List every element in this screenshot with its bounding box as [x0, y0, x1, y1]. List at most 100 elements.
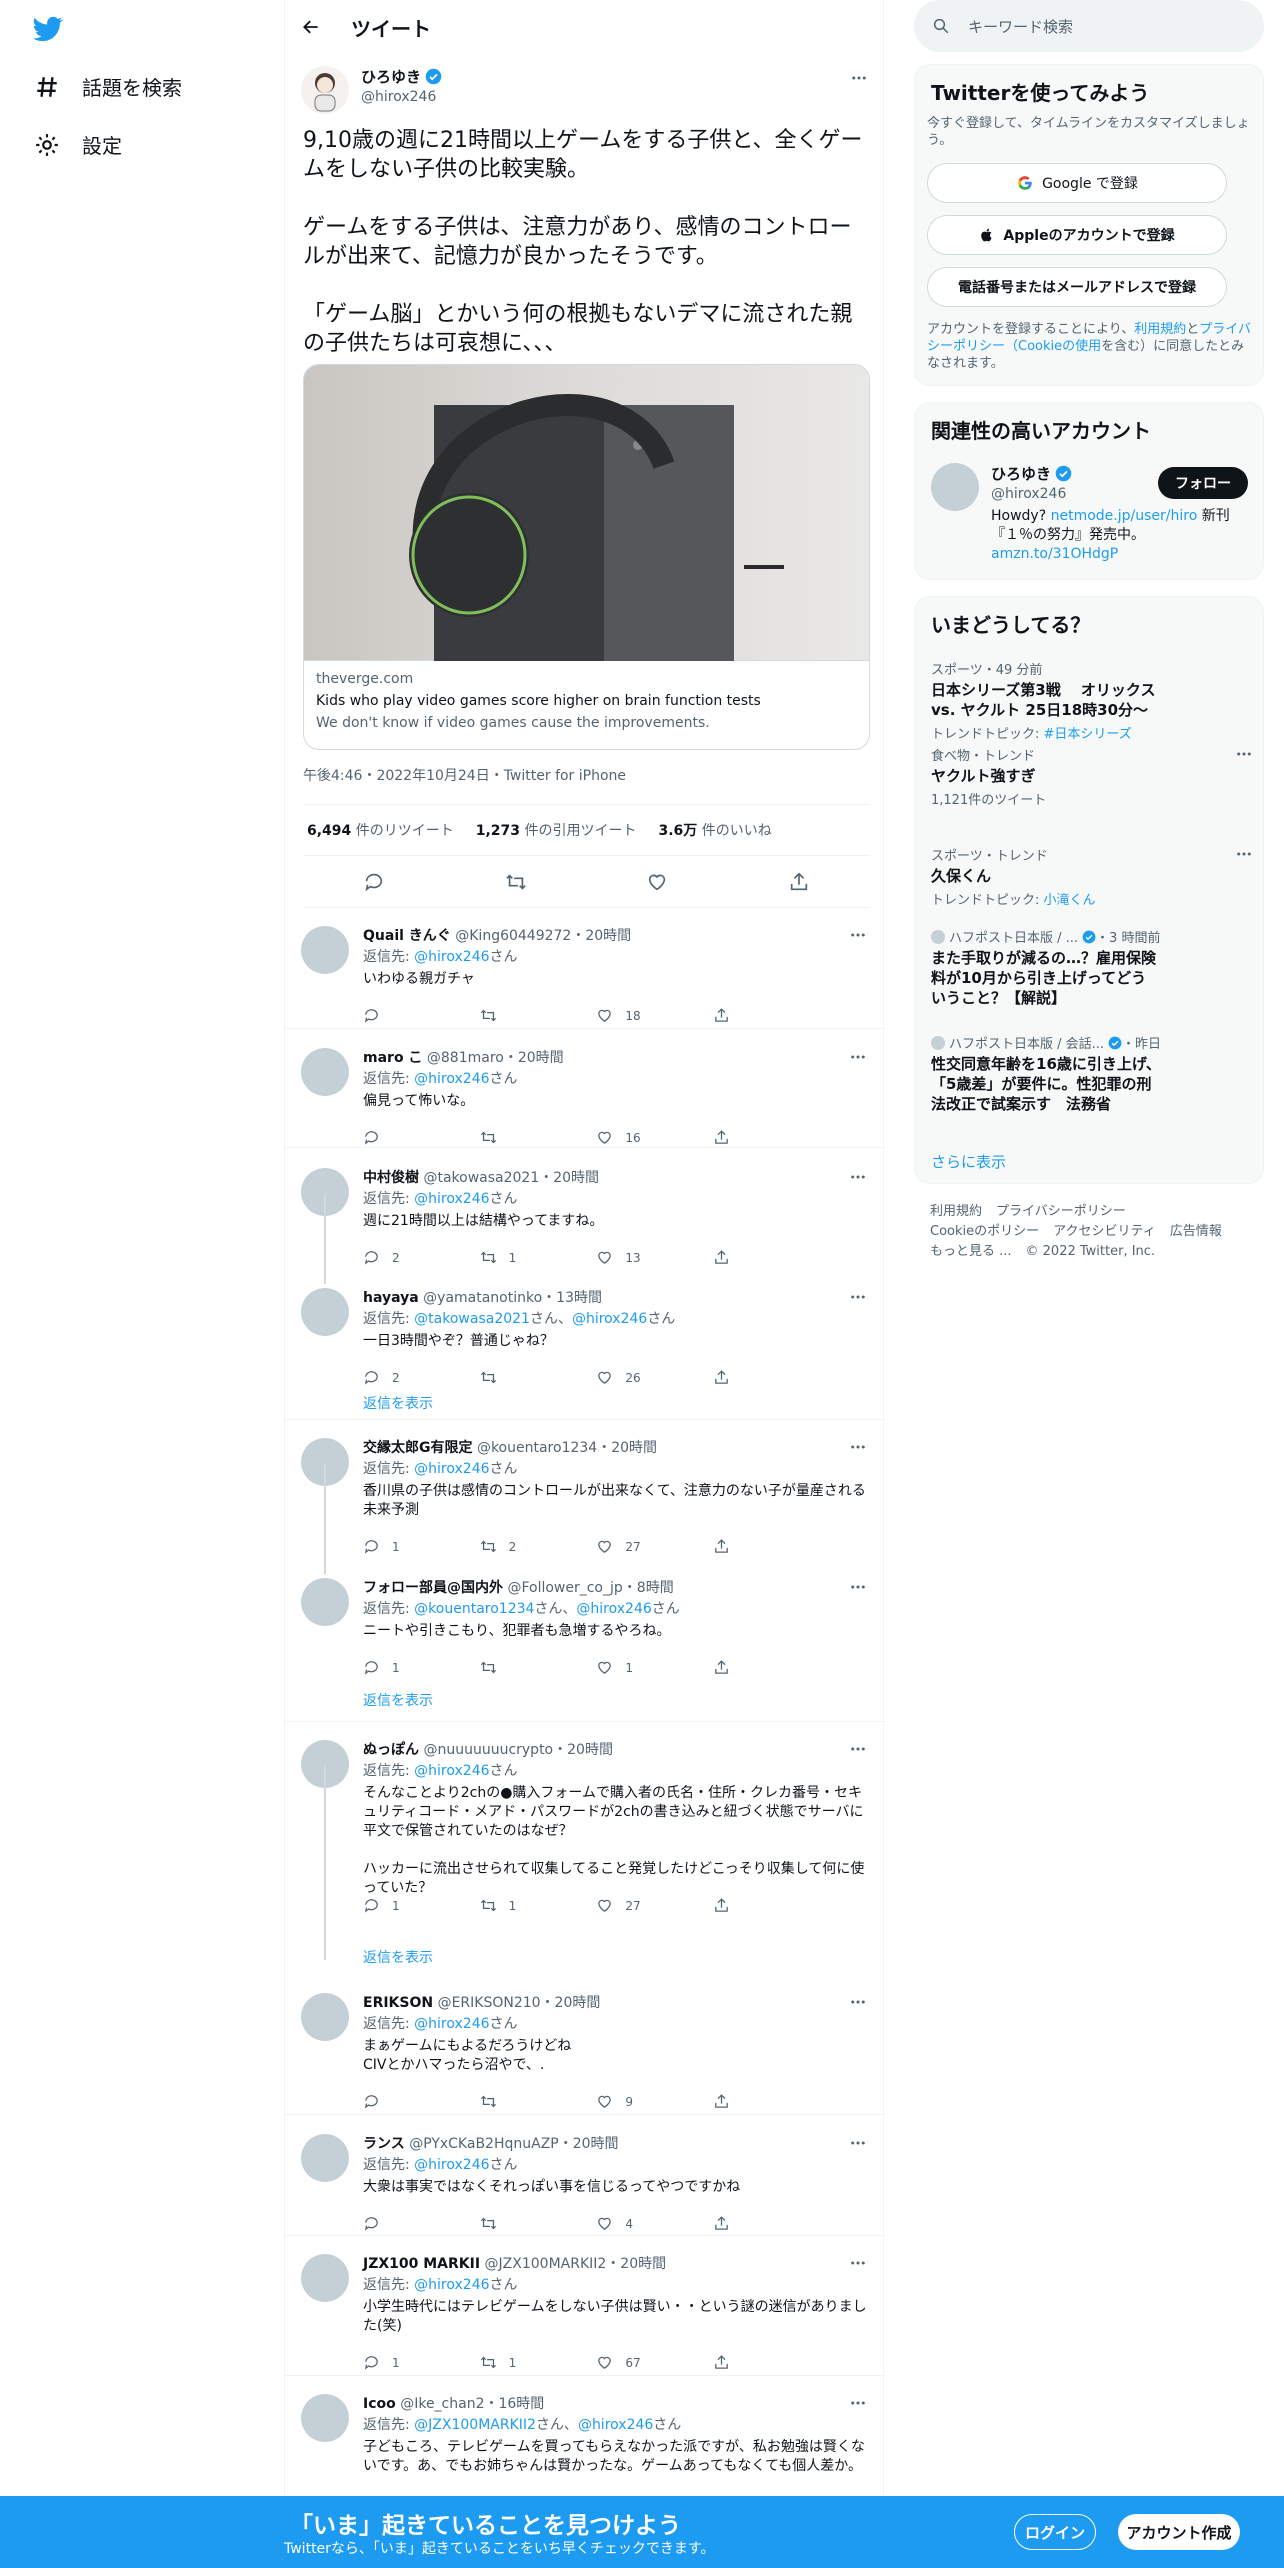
- share-icon[interactable]: [713, 2354, 730, 2371]
- reply-icon[interactable]: [363, 1369, 380, 1386]
- reply-avatar[interactable]: [301, 2254, 349, 2302]
- back-arrow-icon[interactable]: [301, 17, 321, 37]
- reply-icon[interactable]: [363, 1897, 380, 1914]
- like-icon[interactable]: [596, 1369, 613, 1386]
- share-icon[interactable]: [713, 2093, 730, 2110]
- signup-button[interactable]: アカウント作成: [1118, 2514, 1240, 2550]
- reply-item[interactable]: 中村俊樹 @takowasa2021・20時間 返信先: @hirox246さん週…: [285, 1150, 885, 1268]
- reply-time[interactable]: 20時間: [518, 1050, 564, 1066]
- like-icon[interactable]: [596, 1897, 613, 1914]
- show-replies-link[interactable]: 返信を表示: [363, 1393, 433, 1413]
- share-icon[interactable]: [713, 1538, 730, 1555]
- reply-icon[interactable]: [363, 1538, 380, 1555]
- trend-item[interactable]: ハフポスト日本版 / 会話... ・昨日 性交同意年齢を16歳に引き上げ、「5歳差」…: [931, 1033, 1251, 1114]
- more-options-icon[interactable]: [1235, 845, 1253, 863]
- like-icon[interactable]: [596, 2354, 613, 2371]
- share-icon[interactable]: [788, 871, 810, 893]
- like-icon[interactable]: [596, 1007, 613, 1024]
- reply-to-user-2[interactable]: @hirox246: [572, 1311, 647, 1327]
- reply-to-user[interactable]: @JZX100MARKII2: [414, 2417, 536, 2433]
- quote-count[interactable]: 1,273 件の引用ツイート: [476, 820, 637, 840]
- reply-time[interactable]: 20時間: [585, 928, 631, 944]
- retweet-icon[interactable]: [480, 1897, 497, 1914]
- more-options-icon[interactable]: [1235, 745, 1253, 763]
- share-icon[interactable]: [713, 1249, 730, 1266]
- reply-author-handle[interactable]: @yamatanotinko: [423, 1290, 542, 1306]
- reply-item[interactable]: 交縁太郎G有限定 @kouentaro1234・20時間 返信先: @hirox2…: [285, 1420, 885, 1560]
- share-icon[interactable]: [713, 1659, 730, 1676]
- bio-link-2[interactable]: amzn.to/31OHdgP: [991, 546, 1118, 562]
- reply-item[interactable]: Quail きんぐ @King60449272・20時間 返信先: @hirox2…: [285, 908, 885, 1029]
- reply-avatar[interactable]: [301, 1288, 349, 1336]
- reply-time[interactable]: 20時間: [611, 1440, 657, 1456]
- author-name[interactable]: ひろゆき: [361, 66, 421, 87]
- reply-time[interactable]: 20時間: [555, 1995, 601, 2011]
- footer-more[interactable]: もっと見る ...: [930, 1244, 1012, 1259]
- more-options-icon[interactable]: [847, 2252, 869, 2274]
- like-icon[interactable]: [646, 871, 668, 893]
- retweet-count[interactable]: 6,494 件のリツイート: [307, 820, 454, 840]
- reply-to-user[interactable]: @hirox246: [414, 2157, 489, 2173]
- reply-time[interactable]: 20時間: [567, 1742, 613, 1758]
- share-icon[interactable]: [713, 1369, 730, 1386]
- login-button[interactable]: ログイン: [1014, 2514, 1096, 2550]
- reply-time[interactable]: 20時間: [620, 2256, 666, 2272]
- share-icon[interactable]: [713, 1007, 730, 1024]
- retweet-icon[interactable]: [480, 1369, 497, 1386]
- more-options-icon[interactable]: [847, 1046, 869, 1068]
- like-icon[interactable]: [596, 2215, 613, 2232]
- reply-to-user[interactable]: @hirox246: [414, 1461, 489, 1477]
- share-icon[interactable]: [713, 1129, 730, 1146]
- retweet-icon[interactable]: [480, 1007, 497, 1024]
- retweet-icon[interactable]: [480, 1249, 497, 1266]
- footer-terms[interactable]: 利用規約: [930, 1204, 982, 1219]
- reply-author-handle[interactable]: @takowasa2021: [423, 1170, 539, 1186]
- reply-icon[interactable]: [363, 2354, 380, 2371]
- reply-author-name[interactable]: ぬっぽん: [363, 1742, 419, 1758]
- reply-time[interactable]: 20時間: [553, 1170, 599, 1186]
- reply-avatar[interactable]: [301, 1048, 349, 1096]
- retweet-icon[interactable]: [480, 1659, 497, 1676]
- reply-to-user[interactable]: @hirox246: [414, 1763, 489, 1779]
- twitter-logo-icon[interactable]: [30, 14, 66, 44]
- reply-icon[interactable]: [363, 1007, 380, 1024]
- nav-settings[interactable]: 設定: [34, 130, 122, 159]
- show-more-link[interactable]: さらに表示: [931, 1151, 1006, 1172]
- retweet-icon[interactable]: [480, 2093, 497, 2110]
- tweet-timestamp[interactable]: 午後4:46・2022年10月24日・Twitter for iPhone: [303, 765, 626, 785]
- share-icon[interactable]: [713, 1897, 730, 1914]
- google-signup-button[interactable]: Google で登録: [927, 163, 1227, 203]
- like-icon[interactable]: [596, 1538, 613, 1555]
- reply-to-user[interactable]: @kouentaro1234: [414, 1601, 534, 1617]
- more-options-icon[interactable]: [847, 924, 869, 946]
- reply-author-name[interactable]: 中村俊樹: [363, 1170, 419, 1186]
- reply-to-user[interactable]: @hirox246: [414, 1191, 489, 1207]
- reply-item[interactable]: ERIKSON @ERIKSON210・20時間 返信先: @hirox246さん…: [285, 1975, 885, 2115]
- search-box[interactable]: キーワード検索: [914, 0, 1264, 52]
- reply-avatar[interactable]: [301, 926, 349, 974]
- reply-time[interactable]: 20時間: [573, 2136, 619, 2152]
- reply-author-handle[interactable]: @881maro: [427, 1050, 504, 1066]
- show-replies-link[interactable]: 返信を表示: [363, 1947, 433, 1967]
- like-icon[interactable]: [596, 1129, 613, 1146]
- reply-author-name[interactable]: フォロー部員@国内外: [363, 1580, 503, 1596]
- reply-author-handle[interactable]: @JZX100MARKII2: [485, 2256, 607, 2272]
- avatar[interactable]: [301, 66, 349, 114]
- nav-explore[interactable]: 話題を検索: [34, 72, 182, 101]
- reply-item[interactable]: maro こ @881maro・20時間 返信先: @hirox246さん 偏見って…: [285, 1030, 885, 1148]
- retweet-icon[interactable]: [480, 2354, 497, 2371]
- reply-author-handle[interactable]: @Follower_co_jp: [507, 1580, 622, 1596]
- retweet-icon[interactable]: [480, 2215, 497, 2232]
- retweet-icon[interactable]: [480, 1129, 497, 1146]
- more-options-icon[interactable]: [848, 67, 870, 89]
- follow-button[interactable]: フォロー: [1158, 467, 1248, 499]
- reply-to-user-2[interactable]: @hirox246: [578, 2417, 653, 2433]
- reply-icon[interactable]: [363, 871, 385, 893]
- apple-signup-button[interactable]: Appleのアカウントで登録: [927, 215, 1227, 255]
- reply-author-name[interactable]: 交縁太郎G有限定: [363, 1440, 473, 1456]
- reply-icon[interactable]: [363, 2215, 380, 2232]
- reply-author-name[interactable]: ERIKSON: [363, 1995, 433, 2011]
- reply-avatar[interactable]: [301, 2394, 349, 2442]
- reply-to-user[interactable]: @takowasa2021: [414, 1311, 530, 1327]
- reply-author-name[interactable]: Quail きんぐ: [363, 928, 451, 944]
